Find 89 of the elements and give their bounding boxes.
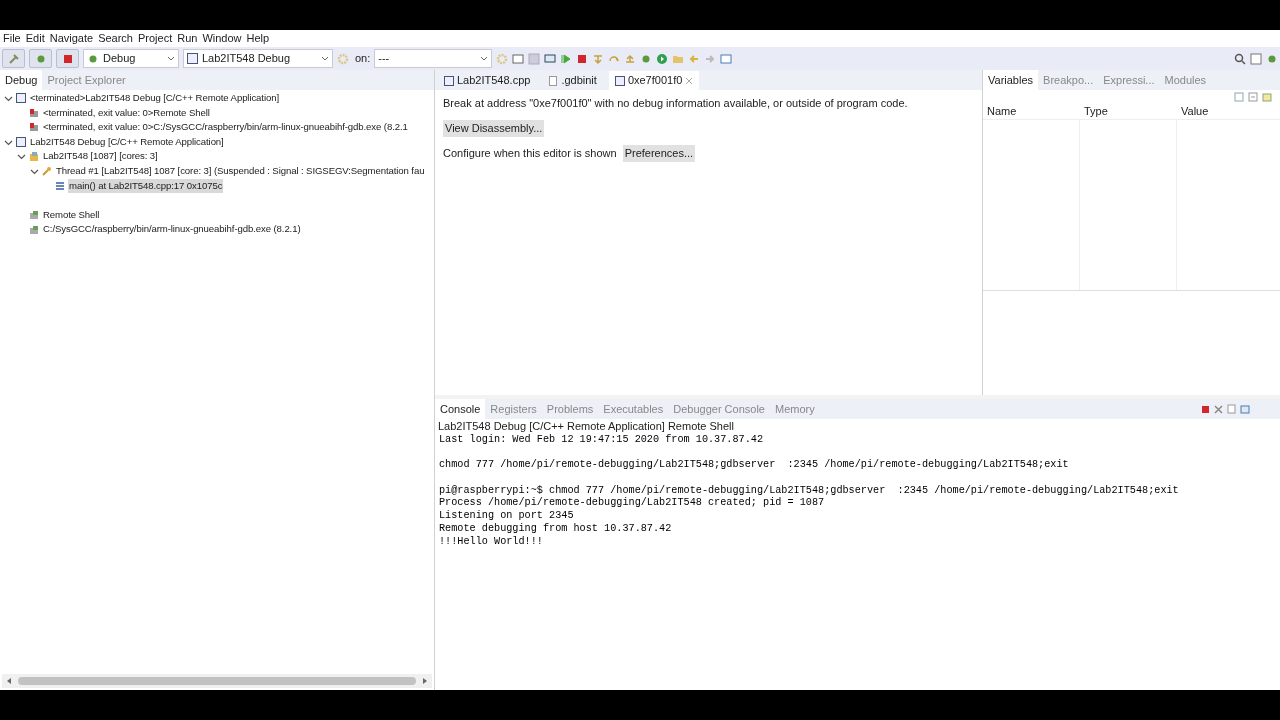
menu-item[interactable]: Navigate <box>49 30 94 47</box>
view-tab[interactable]: Variables <box>983 70 1039 90</box>
process-icon <box>29 210 39 221</box>
stop-icon[interactable] <box>576 52 589 65</box>
column-header[interactable]: Name <box>983 103 1080 120</box>
editor-tab[interactable]: 0xe7f001f0 <box>608 71 700 90</box>
menu-item[interactable]: Search <box>98 30 133 47</box>
console-line: Process /home/pi/remote-debugging/Lab2IT548 created; pid = 1087 <box>439 497 826 510</box>
column-header[interactable]: Type <box>1080 103 1177 120</box>
process-icon <box>29 151 39 162</box>
hammer-button[interactable] <box>2 49 25 68</box>
menu-item[interactable]: Edit <box>25 30 45 47</box>
scroll-left-icon[interactable] <box>6 677 12 685</box>
gear-icon[interactable] <box>496 52 509 65</box>
c-file-icon <box>614 75 625 86</box>
chevron-down-icon <box>321 55 329 62</box>
process-icon <box>29 224 39 235</box>
horizontal-scrollbar[interactable] <box>2 674 432 688</box>
monitor-icon[interactable] <box>544 52 557 65</box>
chevron-down-icon[interactable] <box>17 152 26 162</box>
resume-icon[interactable] <box>560 52 573 65</box>
c-file-icon <box>444 75 454 86</box>
console-line: Last login: Wed Feb 12 19:47:15 2020 from 10.37.87.42 <box>439 434 764 447</box>
hammer-icon <box>7 52 20 65</box>
editor-tab[interactable]: .gdbinit <box>542 71 603 90</box>
dropdown[interactable]: --- <box>374 49 493 68</box>
chevron-down-icon <box>480 55 489 62</box>
tree-item[interactable]: <terminated, exit value: 0>Remote Shell <box>42 105 211 121</box>
message-text: Break at address "0xe7f001f0" with no debug information available, or outside of program code. <box>443 96 908 111</box>
target-label: on: <box>355 51 371 67</box>
view-tab[interactable]: Console <box>435 399 486 419</box>
column-header[interactable]: Value <box>1177 103 1274 120</box>
terminated-process-icon <box>29 107 39 118</box>
console-line: Remote debugging from host 10.37.87.42 <box>439 522 673 536</box>
tree-item[interactable]: Thread #1 [Lab2IT548] 1087 [core: 3] (Suspended : Signal : SIGSEGV:Segmentation fau <box>55 164 426 179</box>
window-icon[interactable] <box>512 52 525 65</box>
stop-icon[interactable] <box>1201 404 1210 414</box>
c-file-icon <box>187 53 198 64</box>
thread-icon <box>42 166 52 177</box>
view-tab[interactable]: Debug <box>0 70 43 90</box>
console-line: Listening on port 2345 <box>439 510 575 523</box>
tree-item[interactable]: Lab2IT548 Debug [C/C++ Remote Application] <box>29 134 225 150</box>
file-icon <box>548 75 559 86</box>
stack-frame-icon <box>55 180 65 191</box>
arrow-left-icon[interactable] <box>688 52 701 65</box>
stop-button[interactable] <box>56 49 79 68</box>
scrollbar-thumb[interactable] <box>18 677 416 685</box>
menu-item[interactable]: File <box>3 30 21 47</box>
step-return-icon[interactable] <box>624 52 637 65</box>
search-icon[interactable] <box>1234 52 1246 65</box>
window-icon[interactable] <box>720 52 733 65</box>
menu-item[interactable]: Help <box>246 30 270 47</box>
collapse-icon[interactable] <box>1248 92 1258 102</box>
bug-button[interactable] <box>29 49 52 68</box>
menu-item[interactable]: Project <box>138 30 173 47</box>
menu-item[interactable]: Run <box>177 30 198 47</box>
dropdown[interactable]: Debug <box>83 49 179 68</box>
console-title: Lab2IT548 Debug [C/C++ Remote Application] Remote Shell <box>437 419 735 433</box>
close-icon[interactable] <box>685 76 694 85</box>
c-file-icon <box>16 93 26 104</box>
window-icon[interactable] <box>1262 92 1272 102</box>
tree-item[interactable]: Lab2IT548 [1087] [cores: 3] <box>42 149 159 164</box>
window-icon[interactable] <box>1240 404 1250 414</box>
arrow-right-icon[interactable] <box>704 52 717 65</box>
dropdown[interactable]: Lab2IT548 Debug <box>183 49 333 68</box>
editor-tab[interactable]: Lab2IT548.cpp <box>438 71 537 90</box>
close-icon[interactable] <box>1214 404 1223 414</box>
chevron-down-icon <box>167 55 175 62</box>
preferences-button[interactable]: Preferences... <box>622 144 696 162</box>
tree-item[interactable]: Remote Shell <box>42 207 101 223</box>
tree-item[interactable]: <terminated, exit value: 0>C:/SysGCC/raspberry/bin/arm-linux-gnueabihf-gdb.exe (8.2.1 <box>42 120 409 135</box>
gear-icon[interactable] <box>337 52 349 65</box>
terminated-process-icon <box>29 122 39 133</box>
tree-item[interactable]: main() at Lab2IT548.cpp:17 0x1075c <box>68 178 224 194</box>
view-disassembly-button[interactable]: View Disassembly... <box>443 119 545 137</box>
tree-item[interactable]: <terminated>Lab2IT548 Debug [C/C++ Remote Application] <box>29 91 280 106</box>
menu-item[interactable]: Window <box>202 30 242 47</box>
document-icon[interactable] <box>1227 404 1236 414</box>
tree-item[interactable]: C:/SysGCC/raspberry/bin/arm-linux-gnueabihf-gdb.exe (8.2.1) <box>42 222 302 237</box>
c-file-icon <box>16 137 26 148</box>
perspective-icon[interactable] <box>1250 52 1262 65</box>
console-line: pi@raspberrypi:~$ chmod 777 /home/pi/remote-debugging/Lab2IT548;gdbserver :2345 /home/pi/remote-debugging/Lab2IT548;exit <box>439 484 1180 497</box>
configure-text: Configure when this editor is shown <box>443 145 617 161</box>
scroll-right-icon[interactable] <box>422 677 428 685</box>
step-into-icon[interactable] <box>592 52 605 65</box>
stop-icon <box>61 52 74 65</box>
console-line: !!!Hello World!!! <box>439 535 544 549</box>
console-line: chmod 777 /home/pi/remote-debugging/Lab2IT548;gdbserver :2345 /home/pi/remote-debugging/Lab2IT548;exit <box>439 459 1070 473</box>
play-icon[interactable] <box>656 52 669 65</box>
